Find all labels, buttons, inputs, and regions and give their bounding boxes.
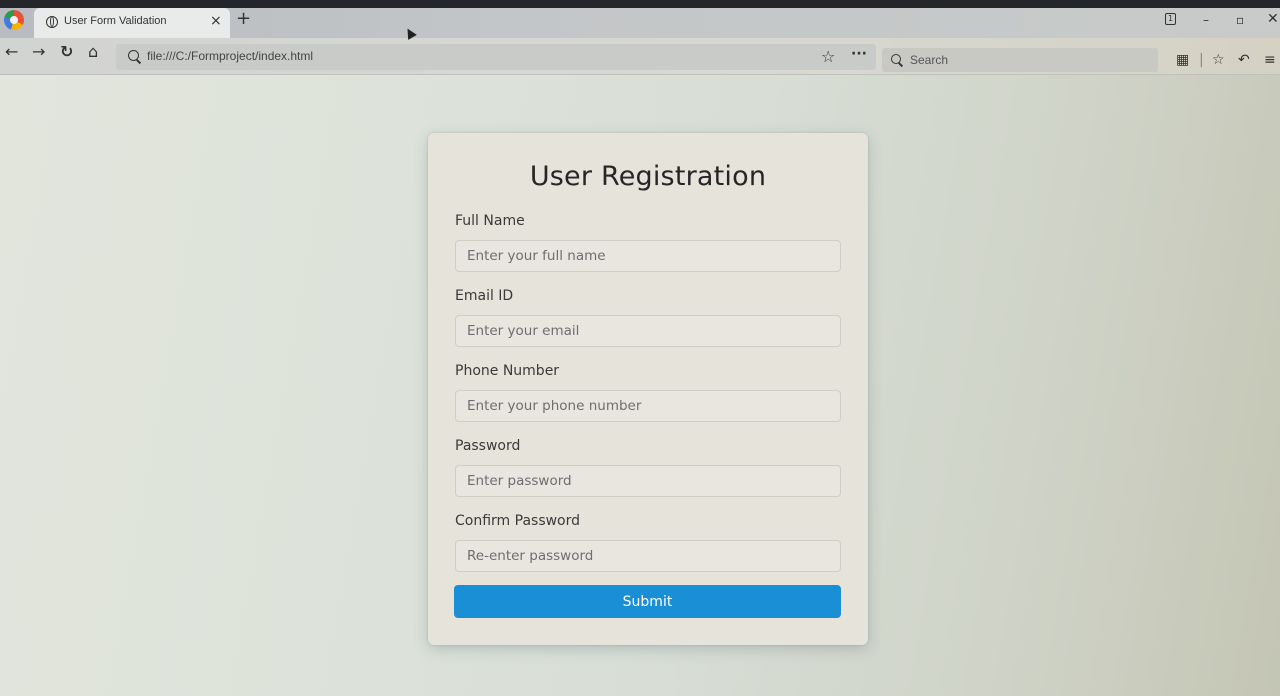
- undo-icon[interactable]: ↶: [1238, 53, 1250, 67]
- submit-button[interactable]: Submit: [454, 585, 841, 618]
- password-input[interactable]: [455, 465, 841, 497]
- phone-number-input[interactable]: [455, 390, 841, 422]
- url-text[interactable]: file:///C:/Formproject/index.html: [147, 49, 313, 63]
- window-minimize-icon[interactable]: –: [1203, 13, 1209, 27]
- email-input[interactable]: [455, 315, 841, 347]
- close-icon[interactable]: ×: [210, 13, 222, 29]
- new-tab-icon[interactable]: +: [236, 10, 251, 28]
- registration-card: User Registration Full Name Email ID Pho…: [428, 133, 868, 645]
- browser-logo-icon[interactable]: [4, 10, 24, 30]
- full-name-label: Full Name: [455, 213, 525, 229]
- window-restore-icon[interactable]: ▫: [1236, 13, 1244, 27]
- bookmarks-list-icon[interactable]: ☆: [1212, 53, 1225, 67]
- menu-icon[interactable]: ≡: [1264, 53, 1276, 67]
- home-icon[interactable]: ⌂: [88, 44, 98, 60]
- forward-icon[interactable]: →: [32, 44, 45, 60]
- search-icon: [891, 54, 901, 64]
- tab-manager-icon[interactable]: 1: [1165, 13, 1176, 25]
- full-name-input[interactable]: [455, 240, 841, 272]
- window-close-icon[interactable]: ✕: [1267, 11, 1279, 27]
- browser-tab[interactable]: User Form Validation ×: [34, 8, 230, 38]
- search-icon: [128, 50, 139, 61]
- reload-icon[interactable]: ↻: [60, 44, 73, 60]
- tab-title: User Form Validation: [64, 15, 167, 27]
- address-bar[interactable]: file:///C:/Formproject/index.html ☆ ···: [116, 44, 876, 70]
- bookmark-star-icon[interactable]: ☆: [821, 47, 835, 66]
- confirm-password-label: Confirm Password: [455, 513, 581, 529]
- phone-number-label: Phone Number: [455, 363, 560, 379]
- form-title: User Registration: [529, 161, 767, 192]
- toolbar-divider: |: [1199, 52, 1204, 68]
- email-label: Email ID: [455, 288, 514, 304]
- extensions-icon[interactable]: ▦: [1176, 53, 1189, 67]
- page-actions-icon[interactable]: ···: [851, 46, 867, 62]
- back-icon[interactable]: ←: [5, 44, 18, 60]
- globe-icon: [46, 16, 58, 28]
- confirm-password-input[interactable]: [455, 540, 841, 572]
- search-bar[interactable]: Search: [882, 48, 1158, 72]
- password-label: Password: [455, 438, 521, 454]
- search-placeholder: Search: [910, 53, 949, 67]
